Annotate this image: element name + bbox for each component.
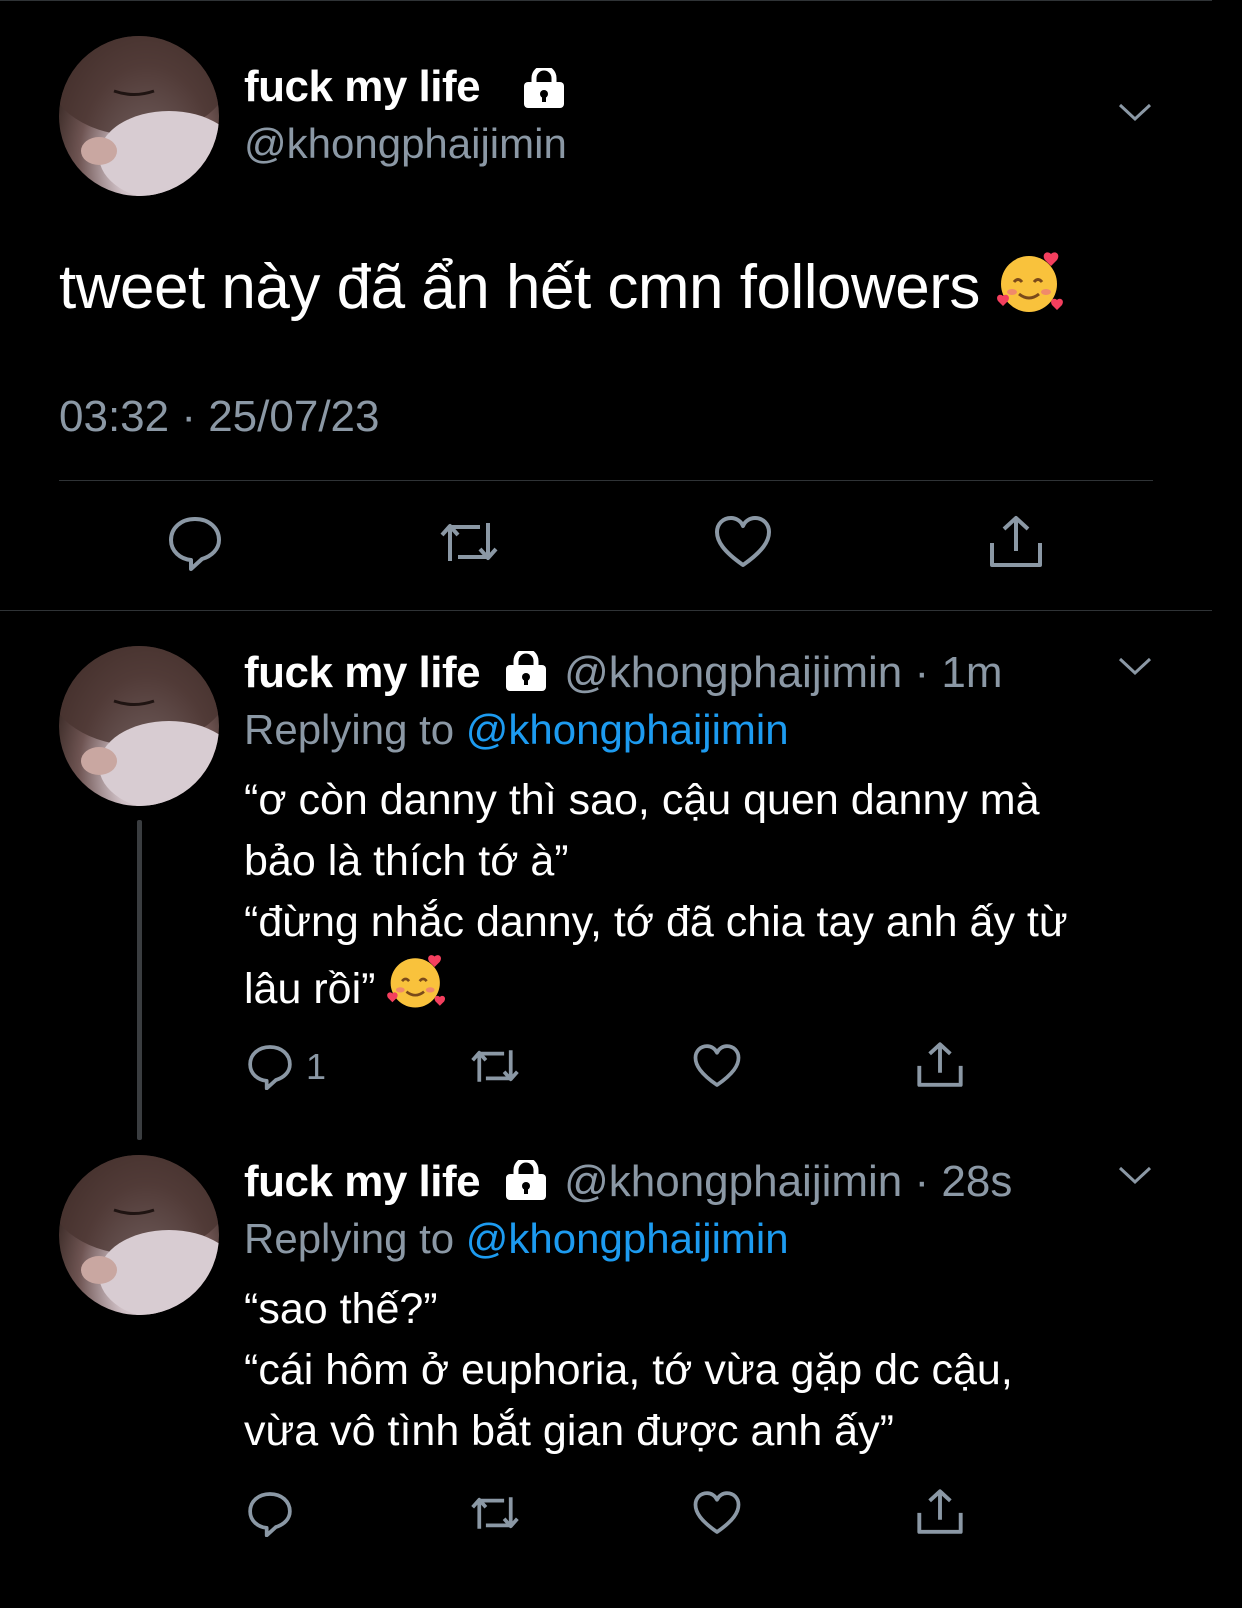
relative-time[interactable]: 1m: [941, 648, 1002, 697]
time-separator: ·: [902, 648, 942, 697]
retweet-icon[interactable]: [436, 513, 502, 576]
reply-tweet[interactable]: fuck my life @khongphaijimin · 28s Replyi…: [0, 1155, 1212, 1568]
mention-link[interactable]: @khongphaijimin: [466, 706, 789, 753]
reply-icon[interactable]: [166, 513, 224, 576]
like-icon[interactable]: [692, 1489, 742, 1542]
handle[interactable]: @khongphaijimin: [564, 1157, 902, 1206]
lock-icon: [504, 1157, 552, 1200]
replying-to: Replying to @khongphaijimin: [244, 706, 789, 754]
replying-label: Replying to: [244, 1215, 466, 1262]
retweet-icon[interactable]: [467, 1489, 523, 1542]
like-icon[interactable]: [692, 1042, 742, 1095]
reply-tweet[interactable]: fuck my life @khongphaijimin · 1m Replyin…: [0, 646, 1212, 1126]
replying-to: Replying to @khongphaijimin: [244, 1215, 789, 1263]
relative-time[interactable]: 28s: [941, 1157, 1012, 1206]
avatar[interactable]: [59, 36, 219, 196]
replying-label: Replying to: [244, 706, 466, 753]
main-tweet[interactable]: fuck my life @khongphaijimin tweet này đ…: [0, 0, 1212, 611]
share-icon[interactable]: [914, 1040, 966, 1095]
smiling-face-with-hearts-icon: [387, 953, 447, 1028]
chevron-down-icon[interactable]: [1117, 654, 1153, 683]
handle[interactable]: @khongphaijimin: [244, 120, 567, 168]
share-icon[interactable]: [986, 513, 1046, 576]
share-icon[interactable]: [914, 1487, 966, 1542]
mention-link[interactable]: @khongphaijimin: [466, 1215, 789, 1262]
retweet-icon[interactable]: [467, 1042, 523, 1095]
display-name[interactable]: fuck my life: [244, 62, 481, 112]
reply-count: 1: [306, 1046, 327, 1087]
chevron-down-icon[interactable]: [1117, 100, 1153, 129]
chevron-down-icon[interactable]: [1117, 1163, 1153, 1192]
time-separator: ·: [902, 1157, 942, 1206]
tweet-header: fuck my life @khongphaijimin · 1m: [244, 648, 1003, 698]
display-name[interactable]: fuck my life: [244, 648, 481, 697]
avatar[interactable]: [59, 1155, 219, 1315]
tweet-text: tweet này đã ẩn hết cmn followers: [59, 250, 1065, 331]
avatar[interactable]: [59, 646, 219, 806]
display-name[interactable]: fuck my life: [244, 1157, 481, 1206]
timestamp[interactable]: 03:32 · 25/07/23: [59, 392, 379, 442]
lock-icon: [504, 648, 552, 691]
handle[interactable]: @khongphaijimin: [564, 648, 902, 697]
like-icon[interactable]: [713, 513, 773, 576]
tweet-text: “sao thế?” “cái hôm ở euphoria, tớ vừa g…: [244, 1285, 1013, 1455]
smiling-face-with-hearts-icon: [996, 250, 1065, 331]
reply-icon[interactable]: [246, 1042, 294, 1095]
reply-icon[interactable]: [246, 1489, 294, 1542]
divider: [59, 480, 1153, 481]
tweet-text: “ơ còn danny thì sao, cậu quen danny mà …: [244, 770, 1164, 1028]
lock-icon: [522, 65, 566, 113]
tweet-header: fuck my life @khongphaijimin · 28s: [244, 1157, 1012, 1207]
